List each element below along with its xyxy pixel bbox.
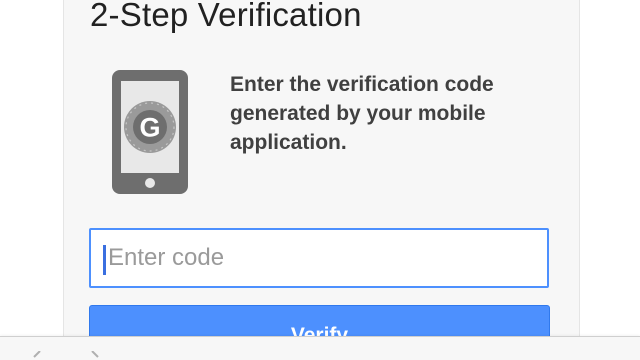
browser-toolbar	[0, 336, 640, 360]
page-title: 2-Step Verification	[90, 0, 362, 33]
svg-text:G: G	[139, 113, 160, 143]
verification-code-input[interactable]	[89, 228, 549, 288]
text-cursor	[103, 245, 106, 275]
chevron-right-icon[interactable]	[86, 351, 102, 360]
chevron-left-icon[interactable]	[30, 351, 46, 360]
mobile-authenticator-icon: G	[112, 70, 188, 194]
instructions-text: Enter the verification code generated by…	[230, 73, 494, 154]
verification-page: 2-Step Verification G Enter the verifica…	[0, 0, 640, 360]
